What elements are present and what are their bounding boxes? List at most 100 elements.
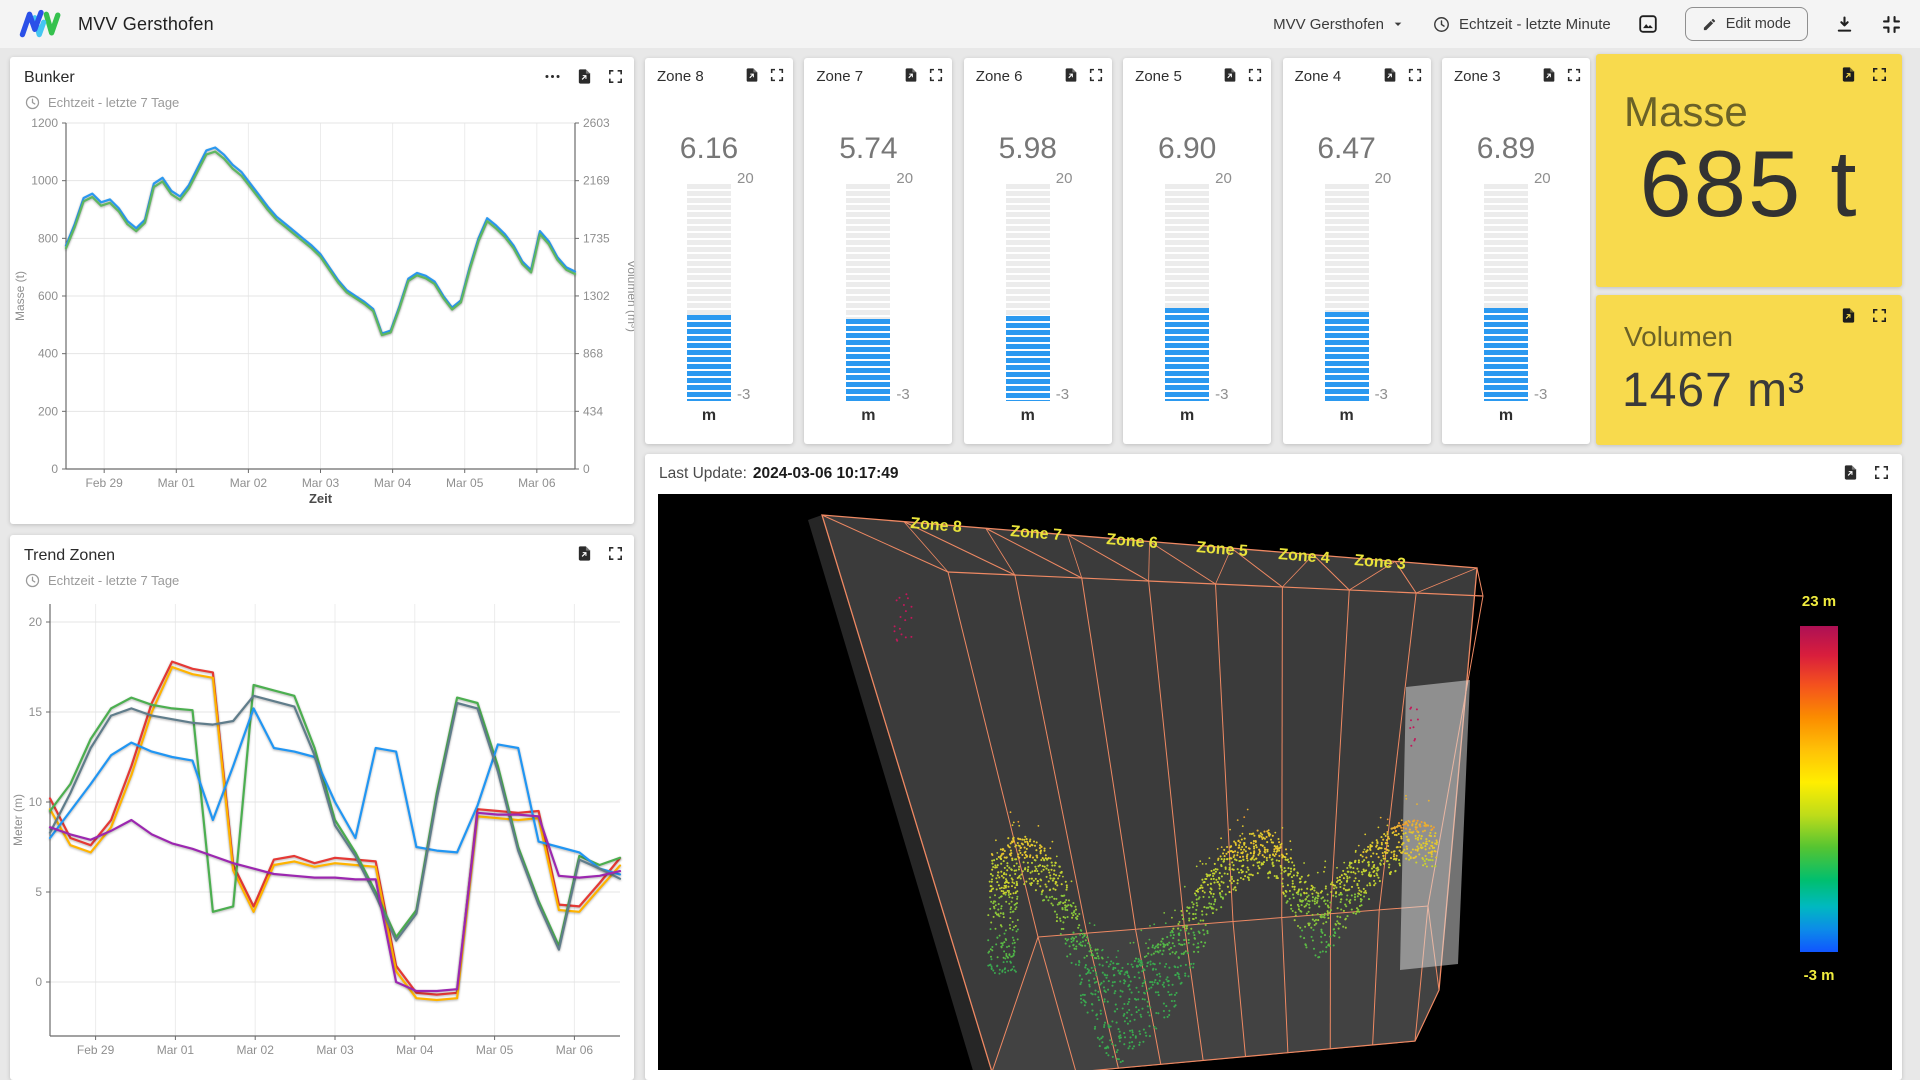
trend-zonen-widget: Trend Zonen Echtzeit - letzte 7 Tage Feb… [10,535,634,1080]
fullscreen-icon[interactable] [1871,307,1888,324]
x-tick-label: Mar 03 [316,1043,354,1057]
file-export-icon[interactable] [1541,67,1557,83]
y-tick-label: 0 [35,975,42,989]
point-cloud-3d-canvas[interactable]: Zone 8Zone 7Zone 6Zone 5Zone 4Zone 323 m… [658,494,1892,1070]
y-right-tick-label: 868 [583,347,603,361]
gauge-min-label: -3 [1056,386,1069,403]
masse-title: Masse [1624,88,1748,136]
y-tick-label: 5 [35,885,42,899]
edit-mode-label: Edit mode [1726,16,1791,32]
time-window-button[interactable]: Echtzeit - letzte Minute [1432,15,1611,34]
clock-icon [24,572,41,589]
zone-title: Zone 8 [657,68,704,85]
file-export-icon[interactable] [1063,67,1079,83]
bunker-chart: Feb 29Mar 01Mar 02Mar 03Mar 04Mar 05Mar … [10,111,634,511]
fullscreen-icon[interactable] [1088,67,1104,83]
x-tick-label: Mar 03 [302,476,340,490]
trend-title: Trend Zonen [24,547,622,565]
y-tick-label: 20 [29,615,43,629]
y-tick-label: 800 [38,231,58,245]
gauge-unit: m [1006,407,1050,425]
file-export-icon[interactable] [1840,307,1857,324]
y-tick-label: 1200 [31,116,58,130]
y-tick-label: 0 [51,462,58,476]
gauge-max-label: 20 [1215,170,1232,187]
bunker-title: Bunker [24,69,622,87]
zone-title: Zone 5 [1135,68,1182,85]
trend-chart: Feb 29Mar 01Mar 02Mar 03Mar 04Mar 05Mar … [10,589,634,1067]
gauge-bar [1006,184,1050,401]
edit-mode-button[interactable]: Edit mode [1685,7,1808,41]
y-right-tick-label: 1302 [583,289,610,303]
gauge-bar [687,184,731,401]
y-right-tick-label: 2603 [583,116,610,130]
zone-gauge-card: Zone 6 5.98 20 -3 m [964,58,1112,444]
gauge-bar [1325,184,1369,401]
x-tick-label: Feb 29 [77,1043,115,1057]
dashboard-select[interactable]: MVV Gersthofen [1273,16,1406,33]
gauge-max-label: 20 [1534,170,1551,187]
gauge-max-label: 20 [1375,170,1392,187]
zone-value: 5.98 [972,132,1084,166]
y-tick-label: 400 [38,347,58,361]
x-tick-label: Mar 02 [237,1043,275,1057]
file-export-icon[interactable] [1842,464,1859,481]
gauge-max-label: 20 [1056,170,1073,187]
clock-icon [1432,15,1451,34]
fullscreen-exit-icon[interactable] [1881,14,1902,35]
gauge-max-label: 20 [737,170,754,187]
volumen-value: 1467 m³ [1622,363,1805,418]
y-right-tick-label: 1735 [583,231,610,245]
file-export-icon[interactable] [576,545,593,562]
zone-title: Zone 6 [976,68,1023,85]
fullscreen-icon[interactable] [1873,464,1890,481]
fullscreen-icon[interactable] [1566,67,1582,83]
gauge-min-label: -3 [1534,386,1547,403]
fullscreen-icon[interactable] [928,67,944,83]
zone-gauge-row: Zone 86.1620-3mZone 75.7420-3mZone 65.98… [645,58,1590,444]
zone-title: Zone 4 [1295,68,1342,85]
file-export-icon[interactable] [1840,66,1857,83]
zone-title: Zone 7 [816,68,863,85]
file-export-icon[interactable] [576,68,593,85]
screenshot-icon[interactable] [1637,13,1659,35]
zone-value: 6.16 [653,132,765,166]
zone-title: Zone 3 [1454,68,1501,85]
x-tick-label: Mar 02 [230,476,268,490]
fullscreen-icon[interactable] [607,68,624,85]
x-tick-label: Mar 01 [158,476,196,490]
file-export-icon[interactable] [903,67,919,83]
zone-gauge-card: Zone 36.8920-3m [1442,58,1590,444]
x-tick-label: Mar 04 [396,1043,434,1057]
y-right-tick-label: 0 [583,462,590,476]
more-dots-icon[interactable] [543,67,562,86]
fullscreen-icon[interactable] [769,67,785,83]
bunker-widget: Bunker Echtzeit - letzte 7 Tage Feb 29Ma… [10,57,634,524]
volumen-title: Volumen [1624,321,1733,353]
y-tick-label: 10 [29,795,43,809]
y-axis-title: Masse (t) [13,271,27,321]
fullscreen-icon[interactable] [607,545,624,562]
file-export-icon[interactable] [744,67,760,83]
height-colorbar [1800,626,1838,952]
x-tick-label: Mar 06 [556,1043,594,1057]
gauge-unit: m [846,407,890,425]
fullscreen-icon[interactable] [1407,67,1423,83]
fullscreen-icon[interactable] [1247,67,1263,83]
colorbar-max-label: 23 m [1802,593,1836,610]
masse-widget: Masse 685 t [1596,54,1902,287]
top-bar: MVV Gersthofen MVV Gersthofen Echtzeit -… [0,0,1920,48]
y-right-axis-title: Volumen (m³) [625,260,634,332]
bunker-subtitle: Echtzeit - letzte 7 Tage [48,95,179,110]
download-icon[interactable] [1834,14,1855,35]
gauge-min-label: -3 [1375,386,1388,403]
file-export-icon[interactable] [1222,67,1238,83]
gauge-unit: m [1165,407,1209,425]
gauge-unit: m [687,407,731,425]
masse-value: 685 t [1596,130,1902,238]
fullscreen-icon[interactable] [1871,66,1888,83]
file-export-icon[interactable] [1382,67,1398,83]
last-update-label: Last Update: [659,465,747,483]
bunker-chart-svg: Feb 29Mar 01Mar 02Mar 03Mar 04Mar 05Mar … [10,111,634,506]
zone-value: 6.89 [1450,132,1562,166]
